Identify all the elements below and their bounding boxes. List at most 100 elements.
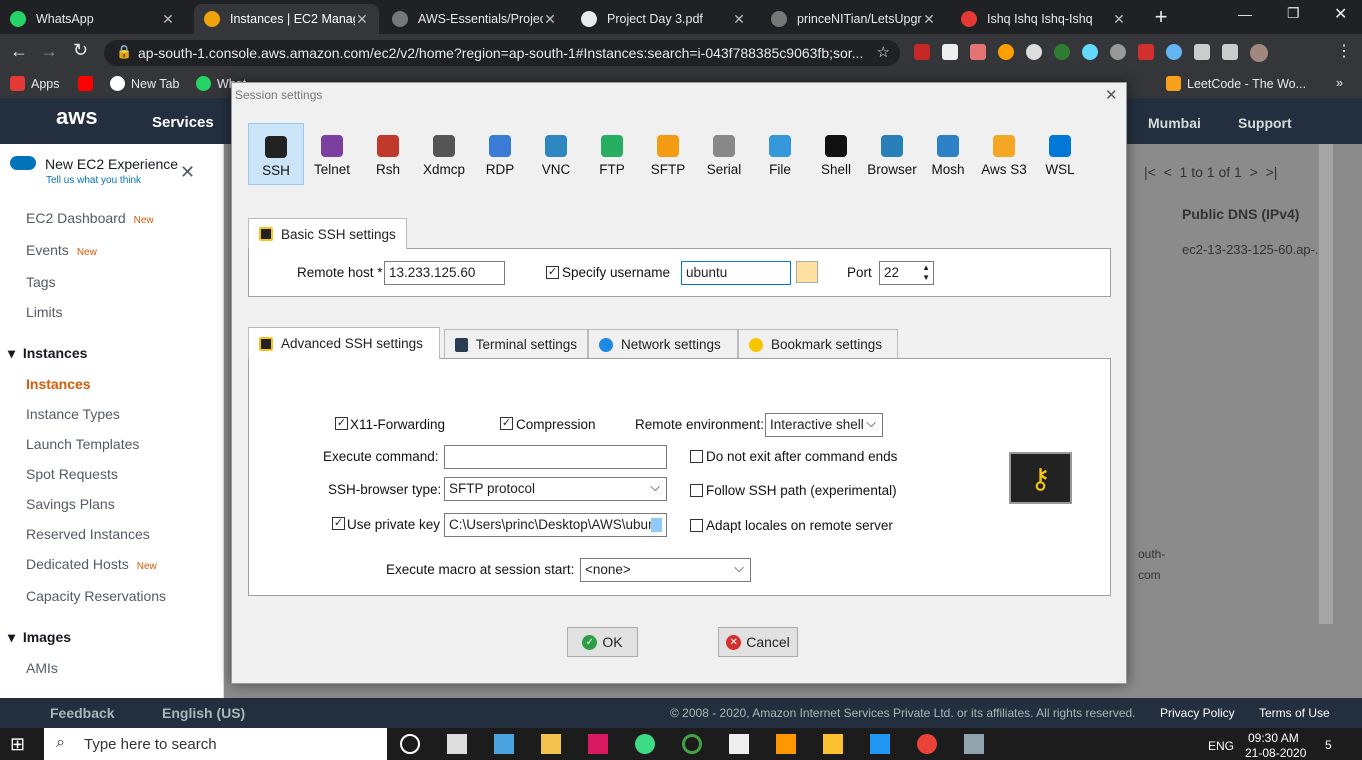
session-type-ssh[interactable]: SSH	[248, 123, 304, 185]
new-ec2-toggle[interactable]	[10, 156, 36, 170]
session-type-rdp[interactable]: RDP	[472, 123, 528, 185]
session-type-telnet[interactable]: Telnet	[304, 123, 360, 185]
tab-close-icon[interactable]: ✕	[922, 11, 936, 28]
nav-events[interactable]: Events New	[26, 242, 97, 258]
windows-start-icon[interactable]: ⊞	[10, 734, 25, 755]
tab-close-icon[interactable]: ✕	[355, 11, 369, 28]
bookmark-leetcode[interactable]: LeetCode - The Wo...	[1166, 76, 1306, 91]
private-key-path-input[interactable]: C:\Users\princ\Desktop\AWS\ubur	[444, 513, 667, 537]
clock-time[interactable]: 09:30 AM	[1248, 731, 1299, 745]
aws-logo[interactable]: aws	[56, 104, 98, 130]
session-type-aws-s3[interactable]: Aws S3	[976, 123, 1032, 185]
session-type-mosh[interactable]: Mosh	[920, 123, 976, 185]
bookmarks-more-icon[interactable]: »	[1336, 76, 1343, 90]
scrollbar[interactable]	[1319, 144, 1333, 624]
browser-tab[interactable]: WhatsApp ✕	[0, 4, 185, 34]
x11-forwarding-checkbox[interactable]: ✓	[335, 417, 348, 430]
nav-limits[interactable]: Limits	[26, 304, 63, 320]
nav-section-images[interactable]: ▾ Images	[8, 629, 71, 646]
follow-ssh-path-checkbox[interactable]	[690, 484, 703, 497]
tab-network-settings[interactable]: Network settings	[588, 329, 738, 359]
nav-instances[interactable]: Instances	[26, 376, 91, 392]
browser-tab[interactable]: Project Day 3.pdf ✕	[571, 4, 756, 34]
tab-close-icon[interactable]: ✕	[732, 11, 746, 28]
session-type-serial[interactable]: Serial	[696, 123, 752, 185]
back-icon[interactable]: ←	[10, 41, 28, 62]
file-browse-icon[interactable]	[651, 518, 662, 532]
bookmark-apps[interactable]: Apps	[10, 76, 60, 91]
execute-macro-select[interactable]: <none>	[580, 558, 751, 582]
dns-cell[interactable]: ec2-13-233-125-60.ap-...	[1182, 242, 1326, 257]
tab-terminal-settings[interactable]: Terminal settings	[444, 329, 588, 359]
tab-bookmark-settings[interactable]: Bookmark settings	[738, 329, 898, 359]
extension-icons[interactable]	[914, 44, 1294, 62]
language-selector[interactable]: English (US)	[162, 705, 245, 721]
ssh-browser-type-select[interactable]: SFTP protocol	[444, 477, 667, 501]
nav-launch-templates[interactable]: Launch Templates	[26, 436, 139, 452]
language-indicator[interactable]: ENG	[1208, 739, 1234, 753]
reload-icon[interactable]: ↻	[73, 40, 88, 61]
nav-amis[interactable]: AMIs	[26, 660, 58, 676]
taskbar-search-input[interactable]: ⌕ Type here to search	[44, 728, 387, 760]
use-private-key-checkbox[interactable]: ✓	[332, 517, 345, 530]
services-menu[interactable]: Services	[152, 114, 214, 131]
tab-basic-ssh-settings[interactable]: Basic SSH settings	[248, 218, 407, 249]
compression-checkbox[interactable]: ✓	[500, 417, 513, 430]
nav-ec2-dashboard[interactable]: EC2 Dashboard New	[26, 210, 154, 226]
bookmark-new-tab[interactable]: New Tab	[110, 76, 179, 91]
browser-tab[interactable]: Ishq Ishq Ishq-Ishq ✕	[951, 4, 1136, 34]
execute-command-input[interactable]	[444, 445, 667, 469]
tab-advanced-ssh-settings[interactable]: Advanced SSH settings	[248, 327, 440, 359]
pager-text[interactable]: |< < 1 to 1 of 1 > >|	[1144, 164, 1277, 180]
clock-date[interactable]: 21-08-2020	[1245, 746, 1306, 760]
session-type-rsh[interactable]: Rsh	[360, 123, 416, 185]
new-ec2-feedback-link[interactable]: Tell us what you think	[46, 175, 141, 186]
browser-tab[interactable]: AWS-Essentials/Project ✕	[382, 4, 567, 34]
nav-savings-plans[interactable]: Savings Plans	[26, 496, 115, 512]
session-type-xdmcp[interactable]: Xdmcp	[416, 123, 472, 185]
nav-capacity-reservations[interactable]: Capacity Reservations	[26, 588, 166, 604]
nav-spot-requests[interactable]: Spot Requests	[26, 466, 118, 482]
session-type-browser[interactable]: Browser	[864, 123, 920, 185]
address-bar[interactable]: 🔒 ap-south-1.console.aws.amazon.com/ec2/…	[104, 40, 900, 66]
notification-badge[interactable]: 5	[1325, 738, 1332, 752]
browser-tab[interactable]: princeNITian/LetsUpgra ✕	[761, 4, 946, 34]
nav-reserved-instances[interactable]: Reserved Instances	[26, 526, 150, 542]
star-icon[interactable]: ☆	[877, 43, 890, 61]
port-input[interactable]: 22 ▲ ▼	[879, 261, 934, 285]
region-menu[interactable]: Mumbai	[1148, 115, 1201, 131]
port-spinner-icon[interactable]: ▲ ▼	[922, 263, 930, 283]
tab-close-icon[interactable]: ✕	[161, 11, 175, 28]
adapt-locales-checkbox[interactable]	[690, 519, 703, 532]
do-not-exit-checkbox[interactable]	[690, 450, 703, 463]
privacy-link[interactable]: Privacy Policy	[1160, 706, 1235, 720]
session-type-wsl[interactable]: WSL	[1032, 123, 1088, 185]
username-input[interactable]: ubuntu	[681, 261, 791, 285]
session-type-file[interactable]: File	[752, 123, 808, 185]
bookmark-youtube[interactable]	[78, 76, 99, 91]
nav-tags[interactable]: Tags	[26, 274, 56, 290]
terms-link[interactable]: Terms of Use	[1259, 706, 1330, 720]
close-icon[interactable]: ✕	[180, 162, 195, 183]
cancel-button[interactable]: ✕ Cancel	[718, 627, 798, 657]
nav-dedicated-hosts[interactable]: Dedicated Hosts New	[26, 556, 157, 572]
menu-icon[interactable]: ⋮	[1336, 41, 1352, 61]
nav-instance-types[interactable]: Instance Types	[26, 406, 120, 422]
taskbar-app-icons[interactable]	[400, 734, 984, 754]
session-type-shell[interactable]: Shell	[808, 123, 864, 185]
nav-section-instances[interactable]: ▾ Instances	[8, 345, 87, 362]
browser-tab[interactable]: Instances | EC2 Manage ✕	[194, 4, 379, 34]
remote-host-input[interactable]: 13.233.125.60	[384, 261, 505, 285]
close-window-icon[interactable]: ✕	[1334, 4, 1347, 24]
session-type-ftp[interactable]: FTP	[584, 123, 640, 185]
minimize-icon[interactable]: —	[1238, 6, 1252, 22]
support-menu[interactable]: Support	[1238, 115, 1292, 131]
forward-icon[interactable]: →	[40, 41, 58, 62]
user-picker-icon[interactable]	[796, 261, 818, 283]
maximize-icon[interactable]: ❐	[1287, 5, 1300, 22]
tab-close-icon[interactable]: ✕	[1112, 11, 1126, 28]
tab-close-icon[interactable]: ✕	[543, 11, 557, 28]
session-type-vnc[interactable]: VNC	[528, 123, 584, 185]
ok-button[interactable]: ✓ OK	[567, 627, 638, 657]
new-tab-button[interactable]: +	[1150, 6, 1172, 29]
